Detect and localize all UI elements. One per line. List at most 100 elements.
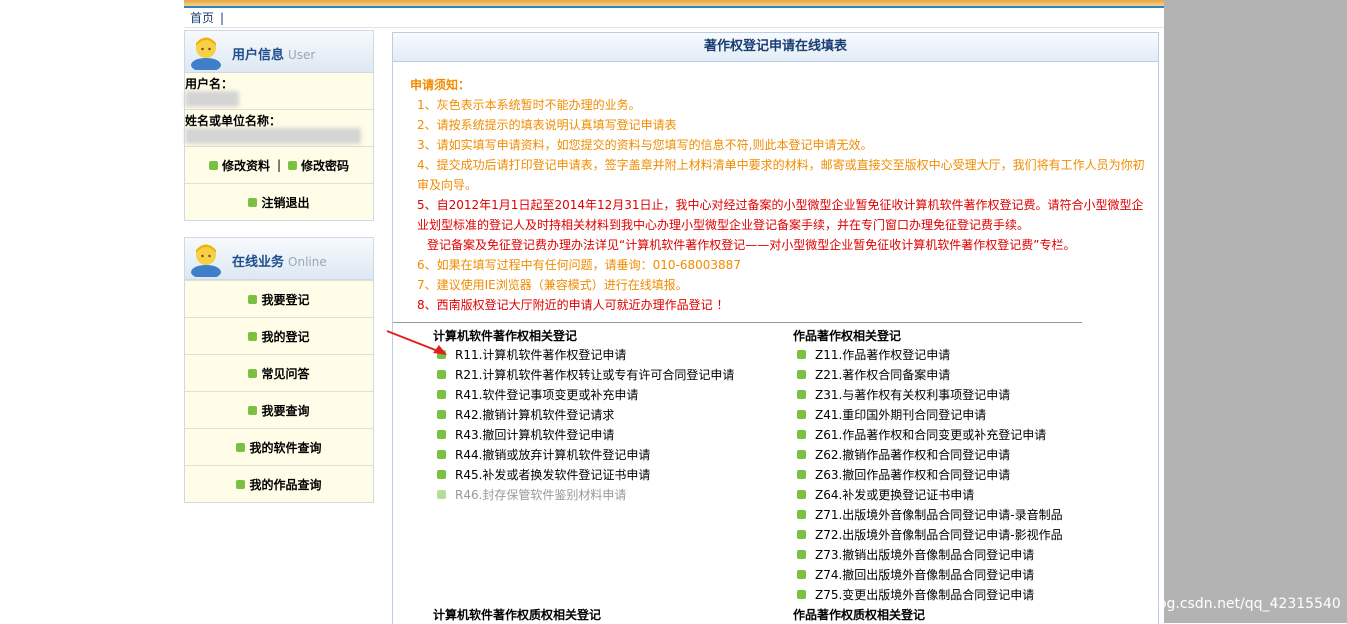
red-pointer-arrow-icon	[386, 330, 447, 355]
works-registration-column: 作品著作权相关登记 Z11.作品著作权登记申请 Z21.著作权合同备案申请 Z3…	[793, 327, 1063, 605]
notice-item: 8、西南版权登记大厅附近的申请人可就近办理作品登记 ！	[417, 298, 729, 312]
software-pledge-heading: 计算机软件著作权质权相关登记	[433, 608, 602, 622]
sidebar-item-register[interactable]: 我要登记	[185, 280, 373, 317]
arrow-icon	[236, 442, 246, 452]
arrow-icon	[437, 370, 446, 379]
software-item-r21[interactable]: R21.计算机软件著作权转让或专有许可合同登记申请	[433, 365, 734, 385]
arrow-icon	[797, 550, 806, 559]
arrow-icon	[437, 470, 446, 479]
works-pledge-column: 作品著作权质权相关登记	[793, 606, 925, 624]
left-gutter	[0, 0, 184, 623]
logout-link[interactable]: 注销退出	[261, 194, 309, 211]
change-password-link[interactable]: 修改密码	[301, 157, 349, 174]
works-item-z73[interactable]: Z73.撤销出版境外音像制品合同登记申请	[793, 545, 1063, 565]
works-item-z41[interactable]: Z41.重印国外期刊合同登记申请	[793, 405, 1063, 425]
page-title: 著作权登记申请在线填表	[393, 33, 1158, 62]
username-value-redacted	[185, 91, 373, 109]
works-item-z21[interactable]: Z21.著作权合同备案申请	[793, 365, 1063, 385]
edit-profile-link[interactable]: 修改资料	[222, 157, 270, 174]
software-section-heading: 计算机软件著作权相关登记	[433, 329, 578, 343]
software-item-r45[interactable]: R45.补发或者换发软件登记证书申请	[433, 465, 734, 485]
sidebar-item-my-works-query[interactable]: 我的作品查询	[185, 465, 373, 502]
sidebar-item-my-software-query[interactable]: 我的软件查询	[185, 428, 373, 465]
arrow-icon	[797, 490, 806, 499]
arrow-icon	[248, 294, 258, 304]
name-value-redacted	[185, 128, 373, 146]
works-item-z11[interactable]: Z11.作品著作权登记申请	[793, 345, 1063, 365]
arrow-icon	[797, 510, 806, 519]
arrow-icon	[248, 331, 258, 341]
notice-item: 5、自2012年1月1日起至2014年12月31日止，我中心对经过备案的小型微型…	[417, 198, 1144, 232]
works-item-z31[interactable]: Z31.与著作权有关权利事项登记申请	[793, 385, 1063, 405]
main-panel: 著作权登记申请在线填表 申请须知： 1、灰色表示本系统暂时不能办理的业务。 2、…	[386, 32, 1159, 624]
breadcrumb-separator: |	[220, 11, 225, 25]
software-pledge-column: 计算机软件著作权质权相关登记	[433, 606, 601, 624]
software-item-r44[interactable]: R44.撤销或放弃计算机软件登记申请	[433, 445, 734, 465]
arrow-icon	[437, 430, 446, 439]
notice-item: 6、如果在填写过程中有任何问题，请垂询：010-68003887	[417, 258, 741, 272]
notice-block: 申请须知： 1、灰色表示本系统暂时不能办理的业务。 2、请按系统提示的填表说明认…	[410, 75, 1150, 315]
software-item-r41[interactable]: R41.软件登记事项变更或补充申请	[433, 385, 734, 405]
top-decor-line	[184, 6, 1164, 8]
arrow-icon	[797, 350, 806, 359]
username-label: 用户名：	[185, 77, 234, 91]
watermark: https://blog.csdn.net/qq_42315540	[1095, 596, 1341, 612]
sidebar-item-label: 我的登记	[261, 329, 310, 344]
arrow-icon	[797, 430, 806, 439]
action-separator: |	[276, 158, 282, 172]
software-item-r46-disabled: R46.封存保管软件鉴别材料申请	[433, 485, 734, 505]
notice-item: 3、请如实填写申请资料，如您提交的资料与您填写的信息不符,则此本登记申请无效。	[417, 138, 873, 152]
notice-item: 2、请按系统提示的填表说明认真填写登记申请表	[417, 118, 677, 132]
breadcrumb-home-link[interactable]: 首页	[190, 11, 214, 25]
user-info-header: 用户信息 User	[185, 31, 373, 73]
logout-row[interactable]: 注销退出	[185, 183, 373, 220]
arrow-icon	[797, 590, 806, 599]
arrow-icon	[797, 410, 806, 419]
software-registration-column: 计算机软件著作权相关登记 R11.计算机软件著作权登记申请 R21.计算机软件著…	[433, 327, 734, 505]
works-section-heading: 作品著作权相关登记	[793, 329, 902, 343]
works-item-z74[interactable]: Z74.撤回出版境外音像制品合同登记申请	[793, 565, 1063, 585]
works-item-z71[interactable]: Z71.出版境外音像制品合同登记申请-录音制品	[793, 505, 1063, 525]
sidebar-item-label: 我要登记	[261, 292, 310, 307]
works-item-z64[interactable]: Z64.补发或更换登记证书申请	[793, 485, 1063, 505]
sidebar-item-my-registrations[interactable]: 我的登记	[185, 317, 373, 354]
works-item-z63[interactable]: Z63.撤回作品著作权和合同登记申请	[793, 465, 1063, 485]
software-item-r43[interactable]: R43.撤回计算机软件登记申请	[433, 425, 734, 445]
arrow-icon	[797, 530, 806, 539]
user-info-title: 用户信息 User	[232, 48, 316, 63]
arrow-icon	[288, 160, 298, 170]
sidebar-item-label: 我要查询	[261, 403, 310, 418]
arrow-icon	[437, 490, 446, 499]
arrow-icon	[797, 570, 806, 579]
notice-item: 1、灰色表示本系统暂时不能办理的业务。	[417, 98, 641, 112]
notice-item: 登记备案及免征登记费办理办法详见“计算机软件著作权登记——对小型微型企业暂免征收…	[427, 238, 1076, 252]
online-business-panel: 在线业务 Online 我要登记 我的登记 常见问答 我要查询 我的软件查询 我的…	[184, 237, 374, 503]
software-item-r11[interactable]: R11.计算机软件著作权登记申请	[433, 345, 734, 365]
works-item-z75[interactable]: Z75.变更出版境外音像制品合同登记申请	[793, 585, 1063, 605]
notice-heading: 申请须知：	[410, 78, 471, 92]
arrow-icon	[248, 405, 258, 415]
works-item-z61[interactable]: Z61.作品著作权和合同变更或补充登记申请	[793, 425, 1063, 445]
user-avatar-icon	[191, 37, 221, 70]
arrow-icon	[437, 390, 446, 399]
software-item-r42[interactable]: R42.撤销计算机软件登记请求	[433, 405, 734, 425]
arrow-icon	[248, 368, 258, 378]
sidebar: 用户信息User 用户名： 姓名或单位名称： 修改资料 | 修改密码 注销退出	[184, 30, 374, 519]
arrow-icon	[236, 479, 246, 489]
sidebar-item-query[interactable]: 我要查询	[185, 391, 373, 428]
works-pledge-heading: 作品著作权质权相关登记	[793, 608, 926, 622]
arrow-icon	[248, 197, 258, 207]
sidebar-item-label: 我的软件查询	[249, 440, 322, 455]
breadcrumb: 首页 |	[190, 9, 224, 27]
right-gutter	[1164, 0, 1347, 623]
arrow-icon	[437, 410, 446, 419]
arrow-icon	[437, 450, 446, 459]
arrow-icon	[797, 370, 806, 379]
works-item-z72[interactable]: Z72.出版境外音像制品合同登记申请-影视作品	[793, 525, 1063, 545]
user-avatar-icon	[191, 244, 221, 277]
sidebar-item-faq[interactable]: 常见问答	[185, 354, 373, 391]
breadcrumb-divider	[184, 27, 1164, 28]
online-business-title: 在线业务 Online	[232, 255, 327, 270]
arrow-icon	[208, 160, 218, 170]
works-item-z62[interactable]: Z62.撤销作品著作权和合同登记申请	[793, 445, 1063, 465]
